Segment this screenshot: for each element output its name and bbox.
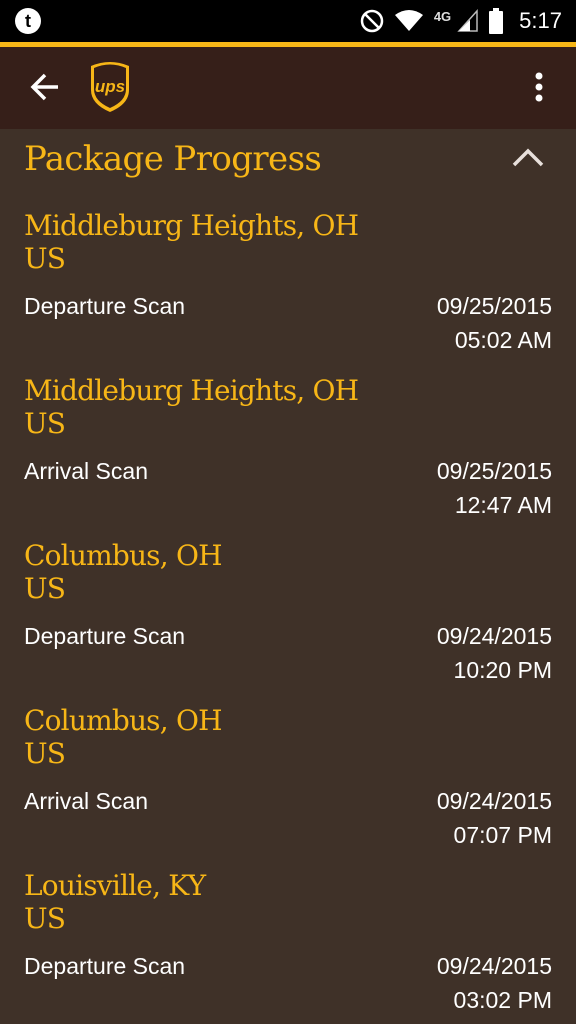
- status-time: 5:17: [519, 8, 562, 33]
- more-vert-icon[interactable]: [524, 67, 554, 107]
- package-progress-panel: Package Progress Middleburg Heights, OH …: [0, 129, 576, 1024]
- event-date: 09/24/2015: [436, 953, 552, 979]
- event-country: US: [24, 572, 66, 605]
- do-not-disturb-icon: [360, 9, 384, 33]
- list-item: Middleburg Heights, OH US Arrival Scan 0…: [24, 374, 552, 539]
- list-item: Columbus, OH US Arrival Scan 09/24/2015 …: [24, 704, 552, 869]
- event-time: 12:47 AM: [454, 492, 552, 518]
- event-country: US: [24, 407, 66, 440]
- back-arrow-icon[interactable]: [28, 69, 64, 105]
- event-date: 09/24/2015: [436, 788, 552, 814]
- event-status: Arrival Scan: [24, 788, 148, 814]
- app-bar: ups: [0, 47, 576, 129]
- network-type: 4G: [433, 8, 452, 24]
- list-item: Louisville, KY US Departure Scan 09/24/2…: [24, 869, 552, 1024]
- event-city: Louisville, KY: [24, 869, 206, 902]
- event-country: US: [24, 242, 66, 275]
- ups-logo-text: ups: [95, 77, 125, 96]
- status-icons: 4G 5:17: [360, 0, 562, 42]
- event-status: Departure Scan: [24, 293, 186, 319]
- section-title: Package Progress: [24, 139, 322, 179]
- event-date: 09/25/2015: [436, 293, 552, 319]
- event-datetime: 09/25/2015 05:02 AM: [437, 289, 552, 357]
- svg-text:t: t: [25, 11, 31, 31]
- event-country: US: [24, 902, 66, 935]
- wifi-icon: [394, 10, 423, 31]
- chevron-up-icon[interactable]: [510, 145, 546, 169]
- section-header[interactable]: Package Progress: [24, 137, 552, 181]
- event-time: 07:07 PM: [453, 822, 552, 848]
- event-date: 09/24/2015: [436, 623, 552, 649]
- events-list: Middleburg Heights, OH US Departure Scan…: [24, 209, 552, 1024]
- event-datetime: 09/25/2015 12:47 AM: [437, 454, 552, 522]
- event-status: Departure Scan: [24, 953, 186, 979]
- event-datetime: 09/24/2015 10:20 PM: [437, 619, 552, 687]
- event-time: 03:02 PM: [453, 987, 552, 1013]
- signal-icon: [457, 9, 478, 32]
- status-bar: t 4G 5:17: [0, 0, 576, 42]
- event-status: Departure Scan: [24, 623, 186, 649]
- event-time: 05:02 AM: [454, 327, 552, 353]
- event-city: Columbus, OH: [24, 704, 223, 737]
- event-city: Middleburg Heights, OH: [24, 374, 359, 407]
- battery-icon: [489, 8, 504, 34]
- event-time: 10:20 PM: [453, 657, 552, 683]
- event-status: Arrival Scan: [24, 458, 148, 484]
- event-country: US: [24, 737, 66, 770]
- event-city: Columbus, OH: [24, 539, 223, 572]
- event-datetime: 09/24/2015 03:02 PM: [437, 949, 552, 1017]
- t-notification-icon: t: [15, 8, 41, 34]
- event-city: Middleburg Heights, OH: [24, 209, 359, 242]
- list-item: Middleburg Heights, OH US Departure Scan…: [24, 209, 552, 374]
- event-date: 09/25/2015: [436, 458, 552, 484]
- list-item: Columbus, OH US Departure Scan 09/24/201…: [24, 539, 552, 704]
- event-datetime: 09/24/2015 07:07 PM: [437, 784, 552, 852]
- ups-logo: ups: [91, 62, 129, 112]
